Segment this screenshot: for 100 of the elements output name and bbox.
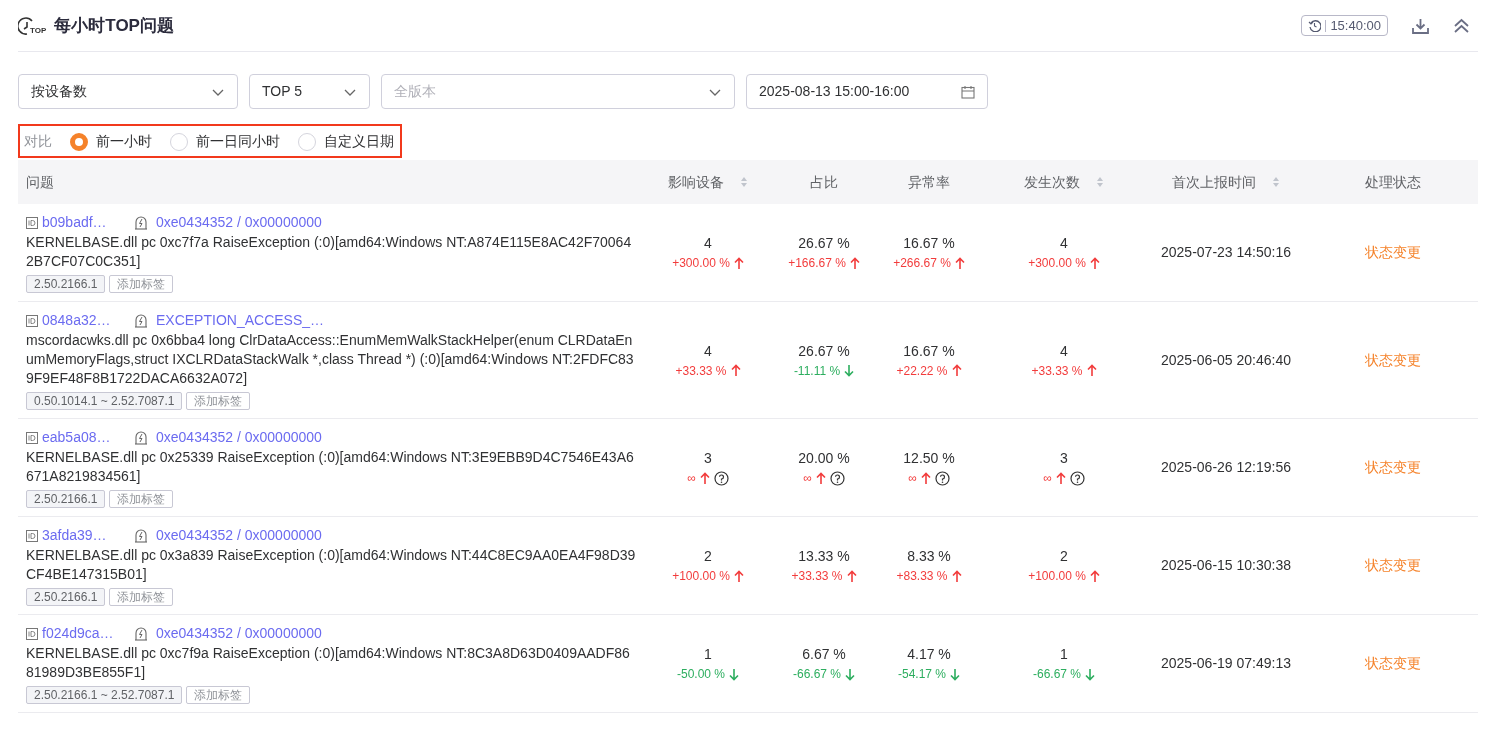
- metric-value: 13.33 %: [797, 547, 851, 566]
- select-field[interactable]: TOP 5: [249, 74, 370, 109]
- exception-code-link[interactable]: 0xe0434352 / 0x00000000: [156, 427, 322, 448]
- version-tag: 2.50.2166.1: [26, 275, 106, 293]
- add-tag-button[interactable]: 添加标签: [109, 275, 174, 293]
- change-value: ∞: [687, 470, 696, 487]
- add-tag-button[interactable]: 添加标签: [186, 686, 251, 704]
- id-icon: [26, 314, 38, 327]
- status-change-link[interactable]: 状态变更: [1365, 655, 1421, 671]
- metric-value: 4: [1059, 234, 1069, 253]
- change-value: ∞: [1043, 470, 1052, 487]
- change-value: +100.00 %: [672, 568, 730, 585]
- compare-label: 对比: [24, 132, 52, 151]
- lightning-tombstone-icon: [134, 528, 148, 543]
- first-reported-time: 2025-06-15 10:30:38: [1161, 557, 1291, 573]
- metric-value: 26.67 %: [797, 341, 851, 361]
- status-change-link[interactable]: 状态变更: [1365, 351, 1421, 368]
- add-tag-button[interactable]: 添加标签: [186, 392, 251, 410]
- id-icon: [26, 216, 38, 229]
- metric-value: 6.67 %: [801, 645, 847, 664]
- change-value: -66.67 %: [793, 666, 841, 683]
- add-tag-button[interactable]: 添加标签: [109, 588, 174, 606]
- id-icon: [26, 431, 38, 444]
- help-icon[interactable]: [829, 470, 845, 486]
- metric-value: 16.67 %: [902, 341, 956, 361]
- lightning-tombstone-icon: [134, 215, 148, 230]
- change-value: +22.22 %: [896, 362, 948, 380]
- issue-description: KERNELBASE.dll pc 0xc7f7a RaiseException (:0)[amd64:Windows NT:A874E115E8AC42F700642B7CF07C0C351]: [26, 233, 633, 271]
- change-value: +83.33 %: [896, 568, 948, 585]
- radio-button[interactable]: [70, 132, 88, 151]
- metric-value: 1: [703, 645, 713, 664]
- status-change-link[interactable]: 状态变更: [1365, 557, 1421, 573]
- radio-option[interactable]: 前一小时: [70, 131, 152, 152]
- select-field[interactable]: 全版本: [381, 74, 735, 109]
- metric-value: 1: [1059, 645, 1069, 664]
- change-value: +266.67 %: [893, 255, 951, 272]
- icon-label: TOP: [30, 24, 47, 37]
- help-icon[interactable]: [1069, 470, 1085, 486]
- radio-option[interactable]: 前一日同小时: [170, 131, 280, 152]
- issue-description: mscordacwks.dll pc 0x6bba4 long ClrDataAccess::EnumMemWalkStackHelper(enum CLRDataEnumMemoryFlags,struct IXCLRDataStackWalk *,class Thread *) (:0)[amd64:Windows NT:2FDFC839F9EF48F8B1722DACA6632A072]: [26, 331, 635, 388]
- change-value: -66.67 %: [1033, 666, 1081, 683]
- history-icon: [1308, 19, 1322, 32]
- metric-value: 4: [703, 341, 713, 361]
- metric-value: 16.67 %: [902, 234, 956, 253]
- time-badge[interactable]: 15:40:00: [1301, 15, 1388, 36]
- metric-value: 8.33 %: [906, 547, 952, 566]
- issue-id-link[interactable]: eab5a08…: [42, 427, 134, 448]
- issue-id-link[interactable]: b09badf…: [42, 212, 134, 233]
- collapse-icon[interactable]: [1453, 17, 1470, 34]
- change-value: +33.33 %: [675, 362, 727, 380]
- column-header[interactable]: 占比: [810, 171, 838, 193]
- change-value: -54.17 %: [898, 666, 946, 683]
- select-field[interactable]: 按设备数: [18, 74, 238, 109]
- issue-id-link[interactable]: f024d9ca…: [42, 623, 134, 644]
- metric-value: 4.17 %: [906, 645, 952, 664]
- download-icon[interactable]: [1412, 17, 1429, 34]
- version-tag: 2.50.2166.1: [26, 490, 106, 508]
- column-header[interactable]: 问题: [26, 171, 54, 193]
- metric-value: 2: [1059, 547, 1069, 566]
- version-tag: 2.50.2166.1: [26, 588, 106, 606]
- issue-id-link[interactable]: 0848a32…: [42, 310, 134, 331]
- exception-code-link[interactable]: 0xe0434352 / 0x00000000: [156, 212, 322, 233]
- version-tag: 2.50.2166.1 ~ 2.52.7087.1: [26, 686, 183, 704]
- change-value: -11.11 %: [793, 362, 841, 380]
- exception-code-link[interactable]: 0xe0434352 / 0x00000000: [156, 525, 322, 546]
- lightning-tombstone-icon: [134, 626, 148, 641]
- help-icon[interactable]: [934, 470, 950, 486]
- change-value: +300.00 %: [1028, 255, 1086, 272]
- id-icon: [26, 529, 38, 542]
- exception-code-link[interactable]: 0xe0434352 / 0x00000000: [156, 623, 322, 644]
- change-value: +33.33 %: [791, 568, 843, 585]
- first-reported-time: 2025-06-05 20:46:40: [1161, 351, 1291, 368]
- column-header[interactable]: 异常率: [908, 171, 950, 193]
- column-header[interactable]: 处理状态: [1365, 171, 1421, 193]
- add-tag-button[interactable]: 添加标签: [109, 490, 174, 508]
- issue-description: KERNELBASE.dll pc 0x25339 RaiseException (:0)[amd64:Windows NT:3E9EBB9D4C7546E43A6671A8219834561]: [26, 448, 635, 486]
- change-value: +33.33 %: [1031, 362, 1083, 380]
- calendar-icon: [961, 84, 975, 99]
- id-icon: [26, 627, 38, 640]
- radio-option[interactable]: 自定义日期: [298, 131, 394, 152]
- help-icon[interactable]: [713, 470, 729, 486]
- status-change-link[interactable]: 状态变更: [1365, 459, 1421, 475]
- change-value: ∞: [803, 470, 812, 487]
- metric-value: 4: [1059, 341, 1069, 361]
- metric-value: 12.50 %: [902, 449, 956, 468]
- issue-description: KERNELBASE.dll pc 0x3a839 RaiseException (:0)[amd64:Windows NT:44C8EC9AA0EA4F98D39CF4BE147315B01]: [26, 546, 636, 584]
- issue-id-link[interactable]: 3afda39…: [42, 525, 134, 546]
- change-value: -50.00 %: [677, 666, 725, 683]
- metric-value: 3: [703, 449, 713, 468]
- metric-value: 20.00 %: [797, 449, 851, 468]
- first-reported-time: 2025-06-19 07:49:13: [1161, 655, 1291, 671]
- metric-value: 4: [703, 234, 713, 253]
- status-change-link[interactable]: 状态变更: [1365, 244, 1421, 260]
- first-reported-time: 2025-06-26 12:19:56: [1161, 459, 1291, 475]
- date-field[interactable]: 2025-08-13 15:00-16:00: [746, 74, 988, 109]
- metric-value: 2: [703, 547, 713, 566]
- first-reported-time: 2025-07-23 14:50:16: [1161, 244, 1291, 260]
- exception-code-link[interactable]: EXCEPTION_ACCESS_…: [156, 310, 325, 331]
- metric-value: 26.67 %: [797, 234, 851, 253]
- change-value: +166.67 %: [788, 255, 846, 272]
